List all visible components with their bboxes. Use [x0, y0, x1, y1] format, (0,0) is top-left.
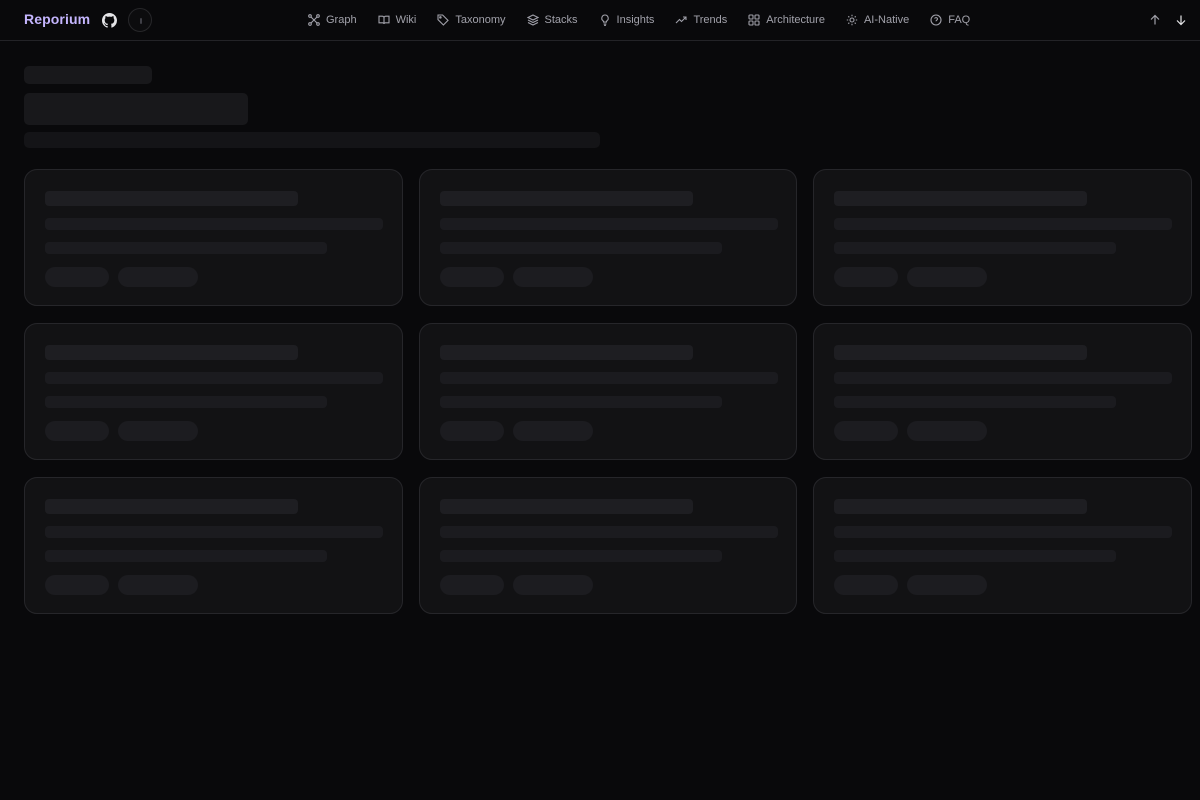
skeleton-card [813, 323, 1192, 460]
nav-label: Graph [326, 14, 357, 26]
grid-icon [748, 14, 760, 26]
skeleton-card [419, 477, 797, 614]
arrow-down-icon[interactable] [1175, 13, 1187, 26]
skeleton-line [834, 499, 1087, 514]
nav-item-architecture[interactable]: Architecture [748, 14, 825, 26]
book-icon [378, 15, 390, 25]
skeleton-line [834, 372, 1172, 384]
skeleton-line [834, 526, 1172, 538]
skeleton-line [45, 191, 298, 206]
user-menu-button[interactable] [128, 8, 152, 32]
skeleton-pill [513, 575, 593, 595]
skeleton-eyebrow [24, 66, 152, 84]
skeleton-card [419, 323, 797, 460]
nav-item-ai-native[interactable]: AI-Native [846, 14, 909, 26]
skeleton-line [440, 345, 693, 360]
skeleton-line [834, 550, 1116, 562]
skeleton-line [440, 526, 778, 538]
skeleton-line [834, 242, 1116, 254]
graph-icon [308, 14, 320, 26]
skeleton-line [440, 191, 693, 206]
skeleton-pill [45, 421, 109, 441]
skeleton-line [440, 242, 722, 254]
nav-label: AI-Native [863, 14, 910, 26]
skeleton-pill [513, 421, 593, 441]
nav-item-faq[interactable]: FAQ [930, 14, 970, 26]
skeleton-line [440, 499, 693, 514]
skeleton-pill [834, 575, 898, 595]
skeleton-line [440, 550, 722, 562]
skeleton-line [45, 396, 327, 408]
nav-item-taxonomy[interactable]: Taxonomy [437, 14, 506, 26]
skeleton-line [45, 345, 298, 360]
skeleton-line [45, 218, 383, 230]
skeleton-pill [440, 267, 504, 287]
skeleton-pill [907, 421, 987, 441]
skeleton-line [834, 218, 1172, 230]
skeleton-pill [907, 575, 987, 595]
layers-icon [526, 14, 539, 26]
skeleton-pill [440, 421, 504, 441]
github-icon[interactable] [102, 13, 117, 28]
skeleton-card [813, 477, 1192, 614]
skeleton-pill [118, 421, 198, 441]
skeleton-pill [118, 575, 198, 595]
main-nav: Graph Wiki Taxonomy Stacks Insights Tren… [308, 12, 991, 28]
skeleton-card [24, 323, 403, 460]
skeleton-card-grid [24, 169, 1192, 614]
tag-icon [437, 14, 450, 26]
skeleton-line [440, 218, 778, 230]
nav-label: Wiki [395, 14, 417, 26]
nav-item-stacks[interactable]: Stacks [526, 14, 578, 26]
skeleton-page-title [24, 93, 248, 125]
nav-label: Insights [616, 14, 655, 26]
skeleton-card [24, 169, 403, 306]
trending-up-icon [676, 16, 687, 24]
skeleton-pill [45, 575, 109, 595]
menu-dot-icon [140, 18, 142, 24]
skeleton-pill [907, 267, 987, 287]
nav-label: FAQ [948, 14, 971, 26]
skeleton-pill [45, 267, 109, 287]
skeleton-pill [834, 267, 898, 287]
skeleton-line [45, 550, 327, 562]
skeleton-pill [118, 267, 198, 287]
nav-label: Taxonomy [455, 14, 506, 26]
skeleton-card [419, 169, 797, 306]
nav-label: Stacks [544, 14, 578, 26]
skeleton-line [45, 499, 298, 514]
skeleton-line [440, 396, 722, 408]
nav-item-wiki[interactable]: Wiki [378, 14, 417, 26]
skeleton-pill [834, 421, 898, 441]
brand-logo[interactable]: Reporium [24, 11, 90, 27]
skeleton-line [45, 526, 383, 538]
nav-item-insights[interactable]: Insights [599, 14, 655, 26]
skeleton-card [813, 169, 1192, 306]
skeleton-line [45, 242, 327, 254]
skeleton-card [24, 477, 403, 614]
sun-icon [846, 14, 858, 26]
nav-item-trends[interactable]: Trends [675, 14, 727, 26]
nav-label: Architecture [766, 14, 825, 26]
skeleton-line [834, 345, 1087, 360]
nav-label: Trends [693, 14, 728, 26]
skeleton-line [45, 372, 383, 384]
skeleton-line [440, 372, 778, 384]
skeleton-subtitle [24, 132, 600, 148]
nav-item-graph[interactable]: Graph [308, 14, 357, 26]
top-navbar: Reporium Graph Wiki Taxonomy Stacks Insi… [0, 0, 1200, 41]
arrow-up-icon[interactable] [1149, 13, 1161, 25]
skeleton-pill [513, 267, 593, 287]
skeleton-line [834, 396, 1116, 408]
help-circle-icon [930, 14, 942, 26]
skeleton-line [834, 191, 1087, 206]
lightbulb-icon [600, 14, 609, 26]
skeleton-pill [440, 575, 504, 595]
